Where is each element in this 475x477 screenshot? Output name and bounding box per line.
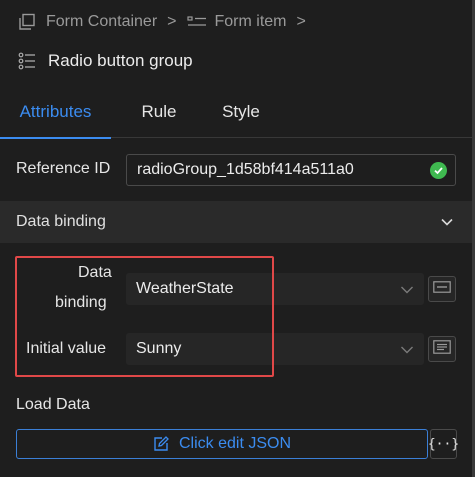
component-header: Radio button group	[18, 48, 193, 74]
edit-json-button[interactable]: Click edit JSON	[16, 429, 428, 459]
section-title: Data binding	[16, 213, 106, 230]
breadcrumb-item-form-container[interactable]: Form Container	[46, 13, 157, 31]
json-braces-button[interactable]: {··}	[428, 429, 459, 459]
radio-group-icon	[18, 52, 36, 70]
breadcrumb-separator: >	[167, 13, 177, 30]
form-item-icon	[186, 15, 207, 29]
initial-value-action-button[interactable]	[428, 336, 456, 362]
reference-id-field[interactable]: radioGroup_1d58bf414a511a0	[126, 154, 456, 186]
breadcrumb: Form Container > Form item >	[18, 10, 316, 34]
form-container-icon	[18, 13, 36, 31]
initial-value-select[interactable]: Sunny	[126, 333, 424, 365]
breadcrumb-item-form-item[interactable]: Form item	[215, 13, 287, 31]
load-data-label: Load Data	[16, 396, 90, 413]
data-binding-section-header[interactable]: Data binding	[0, 201, 472, 243]
initial-value-value: Sunny	[136, 340, 182, 357]
reference-id-value: radioGroup_1d58bf414a511a0	[137, 161, 354, 178]
binding-action-button[interactable]	[428, 276, 456, 302]
tab-bar: Attributes Rule Style	[0, 86, 472, 139]
check-circle-icon	[430, 162, 447, 179]
chevron-down-icon	[400, 343, 414, 361]
data-binding-label-line1: Data	[78, 264, 112, 281]
breadcrumb-separator: >	[296, 13, 306, 30]
edit-icon	[153, 436, 169, 452]
minus-box-icon	[433, 280, 451, 298]
data-binding-select[interactable]: WeatherState	[126, 273, 424, 305]
tab-style[interactable]: Style	[212, 86, 270, 138]
document-icon	[433, 339, 451, 359]
chevron-down-icon	[440, 215, 454, 234]
reference-id-label: Reference ID	[16, 160, 111, 177]
tab-attributes[interactable]: Attributes	[0, 86, 111, 139]
data-binding-value: WeatherState	[136, 280, 234, 297]
data-binding-label-line2: binding	[55, 294, 107, 311]
chevron-down-icon	[400, 283, 414, 301]
page-title: Radio button group	[48, 51, 193, 70]
tab-rule[interactable]: Rule	[128, 86, 190, 138]
initial-value-label: Initial value	[26, 340, 107, 357]
edit-json-label: Click edit JSON	[178, 435, 292, 452]
